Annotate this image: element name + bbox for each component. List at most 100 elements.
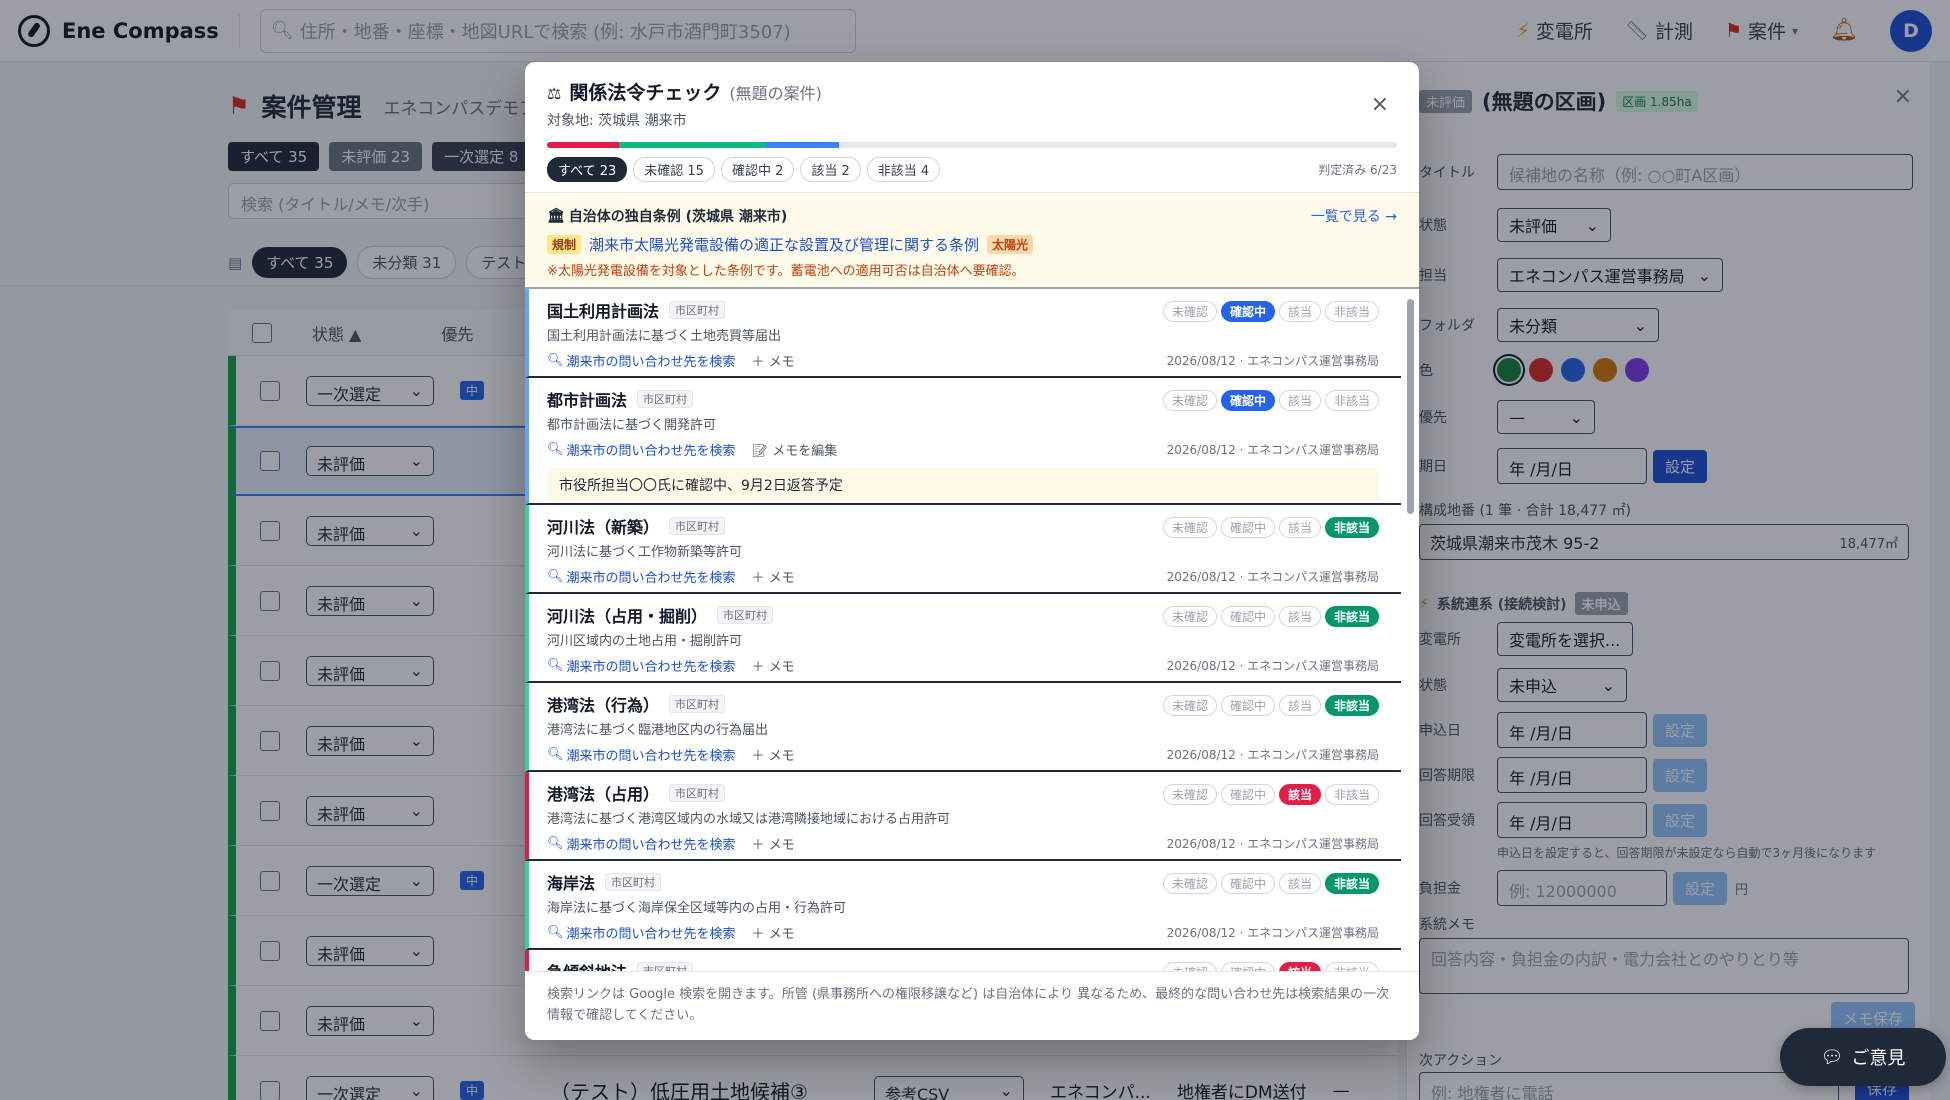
- status-option[interactable]: 該当: [1278, 517, 1321, 538]
- law-actions: 🔍︎ 潮来市の問い合わせ先を検索 ＋ メモ 2026/08/12 · エネコンパス運営…: [547, 656, 1379, 675]
- scales-icon: ⚖: [547, 84, 562, 103]
- status-option[interactable]: 未確認: [1162, 390, 1217, 411]
- inquiry-search-label: 潮来市の問い合わせ先を検索: [566, 355, 736, 370]
- status-option[interactable]: 非該当: [1324, 873, 1379, 894]
- law-description: 都市計画法に基づく開発許可: [547, 418, 717, 433]
- add-memo-button[interactable]: ＋ メモ: [752, 656, 795, 675]
- modal-footer-note: 検索リンクは Google 検索を開きます。所管 (県事務所への権限移譲など) …: [525, 971, 1419, 1040]
- status-option[interactable]: 確認中: [1220, 784, 1275, 805]
- law-scope-badge: 市区町村: [669, 517, 726, 535]
- status-option[interactable]: 非該当: [1324, 301, 1379, 322]
- filter-applicable[interactable]: 該当 2: [800, 157, 861, 182]
- add-memo-button[interactable]: ＋ メモ: [752, 351, 795, 370]
- status-option[interactable]: 確認中: [1220, 873, 1275, 894]
- add-memo-button[interactable]: ＋ メモ: [752, 834, 795, 853]
- law-meta: 2026/08/12 · エネコンパス運営事務局: [1166, 659, 1379, 673]
- law-name: 港湾法（行為）: [547, 696, 660, 715]
- chat-icon: 💬︎: [1820, 1046, 1844, 1068]
- inquiry-search-link[interactable]: 🔍︎ 潮来市の問い合わせ先を検索: [547, 351, 736, 370]
- ordinance-note: ※太陽光発電設備を対象とした条例です。蓄電池への適用可否は自治体へ要確認。: [547, 264, 1025, 279]
- law-scope-badge: 市区町村: [669, 301, 726, 319]
- inquiry-search-link[interactable]: 🔍︎ 潮来市の問い合わせ先を検索: [547, 440, 736, 459]
- add-memo-button[interactable]: ＋ メモ: [752, 745, 795, 764]
- status-option[interactable]: 確認中: [1220, 962, 1275, 971]
- search-icon: 🔍︎: [547, 836, 564, 851]
- status-option[interactable]: 未確認: [1162, 873, 1217, 894]
- status-option[interactable]: 未確認: [1162, 301, 1217, 322]
- law-actions: 🔍︎ 潮来市の問い合わせ先を検索 ＋ メモ 2026/08/12 · エネコンパス運営…: [547, 834, 1379, 853]
- law-status-toggle: 未確認確認中該当非該当: [1162, 390, 1379, 411]
- status-option[interactable]: 非該当: [1324, 962, 1379, 971]
- feedback-button[interactable]: 💬︎ ご意見: [1780, 1028, 1946, 1086]
- law-meta: 2026/08/12 · エネコンパス運営事務局: [1166, 837, 1379, 851]
- memo-icon: 📝︎: [751, 444, 769, 459]
- status-option[interactable]: 確認中: [1220, 695, 1275, 716]
- modal-header: ⚖ 関係法令チェック (無題の案件) 対象地: 茨城県 潮来市 × すべて 23…: [525, 62, 1419, 193]
- law-scope-badge: 市区町村: [717, 606, 774, 624]
- status-option[interactable]: 未確認: [1162, 784, 1217, 805]
- status-option[interactable]: 未確認: [1162, 962, 1217, 971]
- progress-applicable: [547, 142, 619, 148]
- law-meta: 2026/08/12 · エネコンパス運営事務局: [1166, 354, 1379, 368]
- filter-confirming[interactable]: 確認中 2: [720, 157, 795, 182]
- law-name: 都市計画法: [547, 391, 628, 410]
- status-option[interactable]: 該当: [1278, 695, 1321, 716]
- inquiry-search-link[interactable]: 🔍︎ 潮来市の問い合わせ先を検索: [547, 923, 736, 942]
- filter-all[interactable]: すべて 23: [547, 157, 628, 182]
- local-ordinance-section: 🏛︎ 自治体の独自条例 (茨城県 潮来市) 一覧で見る → 規制 潮来市太陽光発…: [525, 193, 1419, 289]
- status-option[interactable]: 非該当: [1324, 606, 1379, 627]
- add-memo-button[interactable]: ＋ メモ: [752, 923, 795, 942]
- law-name: 河川法（占用・掘削）: [547, 607, 708, 626]
- inquiry-search-label: 潮来市の問い合わせ先を検索: [566, 571, 736, 586]
- status-option[interactable]: 未確認: [1162, 606, 1217, 627]
- law-name: 急傾斜地法: [547, 959, 627, 971]
- law-description: 港湾法に基づく臨港地区内の行為届出: [547, 723, 769, 738]
- status-option[interactable]: 未確認: [1162, 695, 1217, 716]
- status-option[interactable]: 確認中: [1220, 606, 1275, 627]
- local-heading-text: 自治体の独自条例 (茨城県 潮来市): [568, 209, 788, 225]
- add-memo-button[interactable]: ＋ メモ: [752, 567, 795, 586]
- solar-tag: 太陽光: [987, 235, 1034, 254]
- edit-memo-button[interactable]: 📝︎ メモを編集: [752, 440, 838, 459]
- law-actions: 🔍︎ 潮来市の問い合わせ先を検索 ＋ メモ 2026/08/12 · エネコンパス運営…: [547, 567, 1379, 586]
- status-option[interactable]: 確認中: [1220, 301, 1275, 322]
- inquiry-search-link[interactable]: 🔍︎ 潮来市の問い合わせ先を検索: [547, 745, 736, 764]
- status-option[interactable]: 該当: [1278, 606, 1321, 627]
- search-icon: 🔍︎: [547, 658, 564, 673]
- law-item: 港湾法（行為） 市区町村 未確認 確認中 該当 非該当 港湾法に基づく臨港地区内の行為届出 🔍…: [525, 683, 1401, 772]
- status-option[interactable]: 非該当: [1324, 517, 1379, 538]
- status-option[interactable]: 未確認: [1162, 517, 1217, 538]
- status-option[interactable]: 非該当: [1324, 695, 1379, 716]
- law-description: 河川区域内の土地占用・掘削許可: [547, 634, 743, 649]
- law-meta: 2026/08/12 · エネコンパス運営事務局: [1166, 443, 1379, 457]
- filter-unconfirmed[interactable]: 未確認 15: [633, 157, 715, 182]
- inquiry-search-link[interactable]: 🔍︎ 潮来市の問い合わせ先を検索: [547, 834, 736, 853]
- local-ordinance-item: 規制 潮来市太陽光発電設備の適正な設置及び管理に関する条例 太陽光: [547, 234, 1397, 255]
- inquiry-search-link[interactable]: 🔍︎ 潮来市の問い合わせ先を検索: [547, 656, 736, 675]
- status-option[interactable]: 非該当: [1324, 390, 1379, 411]
- inquiry-search-link[interactable]: 🔍︎ 潮来市の問い合わせ先を検索: [547, 567, 736, 586]
- judged-count: 判定済み 6/23: [1318, 163, 1397, 177]
- status-option[interactable]: 確認中: [1220, 390, 1275, 411]
- feedback-label: ご意見: [1851, 1048, 1906, 1069]
- status-option[interactable]: 該当: [1278, 962, 1321, 971]
- ordinance-link[interactable]: 潮来市太陽光発電設備の適正な設置及び管理に関する条例: [589, 234, 979, 255]
- status-option[interactable]: 該当: [1278, 784, 1321, 805]
- status-option[interactable]: 該当: [1278, 301, 1321, 322]
- scrollbar[interactable]: [1407, 299, 1414, 514]
- law-scope-badge: 市区町村: [637, 962, 694, 971]
- status-option[interactable]: 該当: [1278, 390, 1321, 411]
- status-option[interactable]: 該当: [1278, 873, 1321, 894]
- status-option[interactable]: 確認中: [1220, 517, 1275, 538]
- law-name: 港湾法（占用）: [547, 785, 660, 804]
- law-meta: 2026/08/12 · エネコンパス運営事務局: [1166, 570, 1379, 584]
- law-actions: 🔍︎ 潮来市の問い合わせ先を検索 ＋ メモ 2026/08/12 · エネコンパス運営…: [547, 351, 1379, 370]
- local-list-link[interactable]: 一覧で見る →: [1311, 206, 1397, 226]
- filter-not-applicable[interactable]: 非該当 4: [866, 157, 941, 182]
- search-icon: 🔍︎: [547, 569, 564, 584]
- status-option[interactable]: 非該当: [1324, 784, 1379, 805]
- modal-title: 関係法令チェック: [569, 82, 722, 104]
- close-icon[interactable]: ×: [1371, 92, 1389, 117]
- modal-target: 対象地: 茨城県 潮来市: [547, 113, 687, 129]
- law-item: 河川法（占用・掘削） 市区町村 未確認 確認中 該当 非該当河川区域内の土地占用・掘削許可…: [525, 594, 1401, 683]
